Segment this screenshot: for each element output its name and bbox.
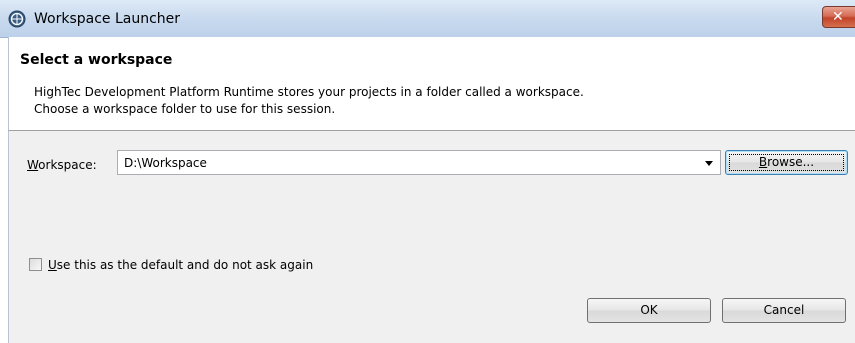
header-description: HighTec Development Platform Runtime sto… xyxy=(34,85,584,116)
eclipse-app-icon xyxy=(8,10,26,28)
cancel-button[interactable]: Cancel xyxy=(722,298,846,323)
workspace-path-value[interactable]: D:\Workspace xyxy=(124,155,207,171)
ok-button[interactable]: OK xyxy=(587,298,711,323)
chevron-down-icon[interactable] xyxy=(705,161,713,166)
dialog-header: Select a workspace HighTec Development P… xyxy=(8,37,855,131)
workspace-label-text: orkspace: xyxy=(38,158,97,172)
workspace-launcher-dialog: Workspace Launcher ✕ Select a workspace … xyxy=(0,0,855,343)
workspace-combobox[interactable]: D:\Workspace xyxy=(117,150,721,175)
checkbox-label-text: se this as the default and do not ask ag… xyxy=(56,258,314,272)
window-title: Workspace Launcher xyxy=(34,11,181,27)
title-bar[interactable]: Workspace Launcher ✕ xyxy=(0,0,855,38)
browse-button-label: Browse... xyxy=(759,155,814,169)
close-button[interactable]: ✕ xyxy=(822,6,855,28)
browse-button[interactable]: Browse... xyxy=(725,150,848,175)
close-icon: ✕ xyxy=(832,9,844,25)
workspace-label-mnemonic: W xyxy=(27,158,39,172)
workspace-label: Workspace: xyxy=(27,157,97,173)
header-title: Select a workspace xyxy=(20,52,173,68)
default-workspace-checkbox[interactable] xyxy=(29,258,42,271)
browse-mnemonic: B xyxy=(758,155,768,169)
browse-label-text: rowse... xyxy=(767,155,815,169)
checkbox-mnemonic: U xyxy=(48,258,57,272)
default-workspace-checkbox-label[interactable]: Use this as the default and do not ask a… xyxy=(48,257,313,273)
dialog-body: Workspace: D:\Workspace Browse... Use th… xyxy=(8,131,855,343)
